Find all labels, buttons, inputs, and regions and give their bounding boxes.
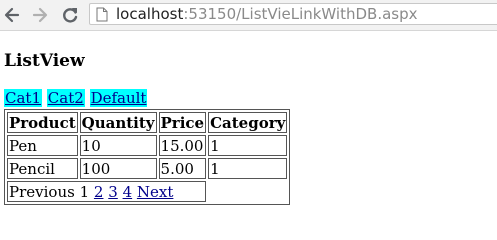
column-header-price: Price bbox=[158, 112, 207, 133]
cell-price: 5.00 bbox=[158, 158, 207, 179]
browser-toolbar: localhost:53150/ListVieLinkWithDB.aspx bbox=[0, 0, 497, 31]
reload-button[interactable] bbox=[60, 5, 80, 25]
page-icon bbox=[96, 7, 108, 22]
cell-product: Pen bbox=[7, 135, 78, 156]
cell-quantity: 100 bbox=[79, 158, 157, 179]
pager-page-4[interactable]: 4 bbox=[123, 183, 133, 201]
cell-price: 15.00 bbox=[158, 135, 207, 156]
column-header-category: Category bbox=[208, 112, 288, 133]
address-bar[interactable]: localhost:53150/ListVieLinkWithDB.aspx bbox=[89, 3, 497, 25]
back-arrow-icon bbox=[4, 7, 20, 23]
pager-current-page: 1 bbox=[79, 182, 90, 201]
table-header-row: Product Quantity Price Category bbox=[7, 112, 288, 133]
cell-product: Pencil bbox=[7, 158, 78, 179]
reload-icon bbox=[63, 8, 78, 23]
product-listview-table: Product Quantity Price Category Pen 10 1… bbox=[4, 109, 291, 205]
pager-page-3[interactable]: 3 bbox=[108, 183, 118, 201]
pager-row: Previous 1 2 3 4 Next bbox=[7, 181, 287, 202]
pager-previous: Previous bbox=[9, 182, 75, 201]
cell-category: 1 bbox=[208, 135, 288, 156]
column-header-product: Product bbox=[7, 112, 78, 133]
forward-button[interactable] bbox=[30, 5, 50, 25]
back-button[interactable] bbox=[2, 5, 22, 25]
pager: Previous 1 2 3 4 Next bbox=[7, 181, 207, 202]
address-text: localhost:53150/ListVieLinkWithDB.aspx bbox=[116, 6, 418, 23]
table-row: Pencil 100 5.00 1 bbox=[7, 158, 288, 179]
forward-arrow-icon bbox=[32, 7, 48, 23]
cell-quantity: 10 bbox=[79, 135, 157, 156]
category-filter-links: Cat1 Cat2 Default bbox=[4, 89, 148, 108]
column-header-quantity: Quantity bbox=[79, 112, 157, 133]
address-host: localhost bbox=[116, 5, 184, 23]
filter-link-cat2[interactable]: Cat2 bbox=[46, 89, 85, 107]
address-path: :53150/ListVieLinkWithDB.aspx bbox=[183, 5, 418, 23]
filter-link-default[interactable]: Default bbox=[89, 89, 148, 107]
pager-next[interactable]: Next bbox=[137, 183, 174, 201]
page-title: ListView bbox=[4, 51, 85, 71]
table-row: Pen 10 15.00 1 bbox=[7, 135, 288, 156]
pager-page-2[interactable]: 2 bbox=[94, 183, 104, 201]
filter-link-cat1[interactable]: Cat1 bbox=[4, 89, 42, 107]
cell-category: 1 bbox=[208, 158, 288, 179]
